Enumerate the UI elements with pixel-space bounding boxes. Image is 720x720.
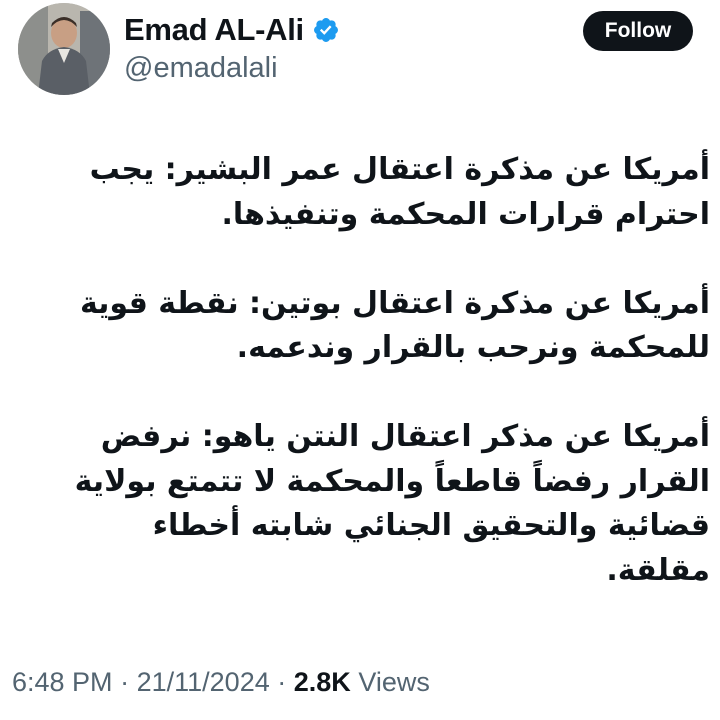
tweet-meta: 6:48 PM · 21/11/2024 · 2.8K Views	[12, 667, 430, 698]
tweet-paragraph: أمريكا عن مذكر اعتقال النتن ياهو: نرفض ا…	[74, 419, 710, 588]
views-label: Views	[358, 667, 430, 697]
meta-separator: ·	[120, 667, 130, 697]
author-name-row: Emad AL-Ali	[124, 12, 340, 48]
author-display-name[interactable]: Emad AL-Ali	[124, 12, 304, 48]
verified-badge-icon[interactable]	[312, 16, 340, 44]
follow-button[interactable]: Follow	[583, 11, 693, 51]
views-count[interactable]: 2.8K	[294, 667, 351, 697]
tweet-time[interactable]: 6:48 PM	[12, 667, 113, 697]
tweet-text: أمريكا عن مذكرة اعتقال عمر البشير: يجب ا…	[20, 148, 710, 593]
author-handle[interactable]: @emadalali	[124, 52, 278, 85]
avatar-photo	[18, 3, 110, 95]
tweet-date[interactable]: 21/11/2024	[137, 667, 270, 697]
tweet-paragraph: أمريكا عن مذكرة اعتقال بوتين: نقطة قوية …	[79, 285, 710, 366]
tweet-paragraph: أمريكا عن مذكرة اعتقال عمر البشير: يجب ا…	[89, 152, 710, 232]
meta-separator: ·	[277, 667, 287, 697]
author-avatar[interactable]	[18, 3, 110, 95]
